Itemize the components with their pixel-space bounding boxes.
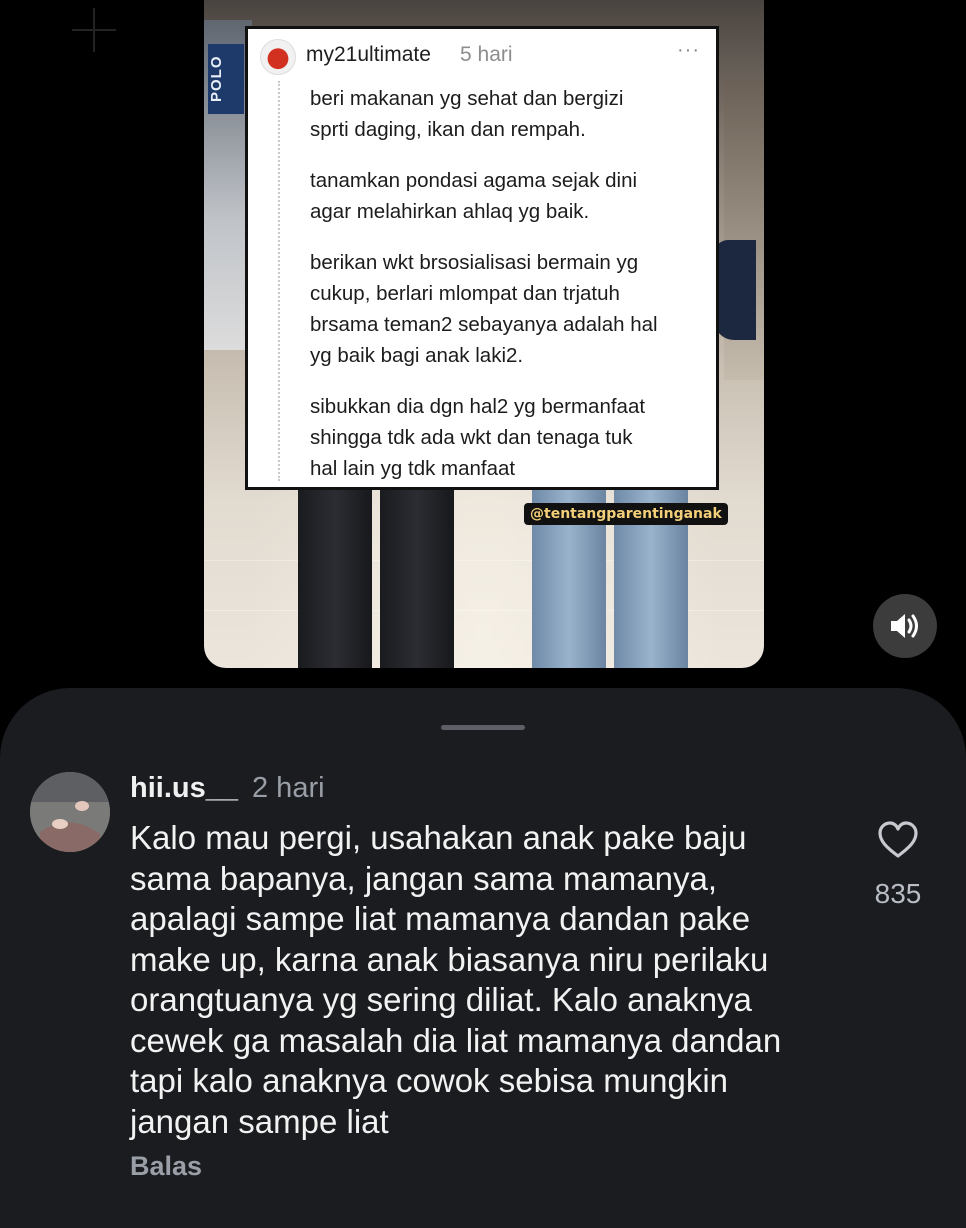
person-jacket	[714, 240, 756, 340]
person-leg	[298, 490, 372, 668]
avatar[interactable]	[30, 772, 110, 852]
heart-outline-icon	[878, 821, 918, 858]
comment-time: 2 hari	[252, 772, 325, 804]
like-button[interactable]	[876, 820, 920, 860]
comment-username: my21ultimate	[306, 43, 431, 66]
speaker-on-icon	[891, 614, 918, 638]
comment-paragraph: sibukkan dia dgn hal2 yg bermanfaat shin…	[310, 395, 646, 480]
like-count: 835	[874, 878, 922, 909]
reply-button[interactable]: Balas	[130, 1151, 202, 1182]
comment-paragraph: beri makanan yg sehat dan bergizi sprti …	[310, 87, 624, 141]
store-sign: POLO	[208, 44, 244, 114]
more-icon: ···	[677, 39, 700, 61]
sheet-drag-handle[interactable]	[441, 725, 525, 730]
comment-username[interactable]: hii.us__	[130, 772, 238, 805]
plus-icon	[72, 8, 116, 52]
thread-line	[278, 81, 280, 481]
comment-text: Kalo mau pergi, usahakan anak pake baju …	[130, 819, 782, 1140]
comment-body: beri makanan yg sehat dan bergizi sprti …	[310, 83, 710, 504]
comment-time: 5 hari	[460, 43, 513, 66]
person-leg	[380, 490, 454, 668]
avatar-image	[30, 772, 110, 852]
comments-sheet: hii.us__ 2 hari Kalo mau pergi, usahakan…	[0, 688, 966, 1228]
sound-toggle-button[interactable]	[873, 594, 937, 658]
comment-paragraph: tanamkan pondasi agama sejak dini agar m…	[310, 169, 638, 223]
avatar	[260, 39, 296, 75]
screenshot-comment-card: my21ultimate 5 hari ··· beri makanan yg …	[245, 26, 719, 490]
comment-paragraph: berikan wkt brsosialisasi bermain yg cuk…	[310, 251, 658, 367]
watermark-label: @tentangparentinganak	[524, 503, 728, 525]
